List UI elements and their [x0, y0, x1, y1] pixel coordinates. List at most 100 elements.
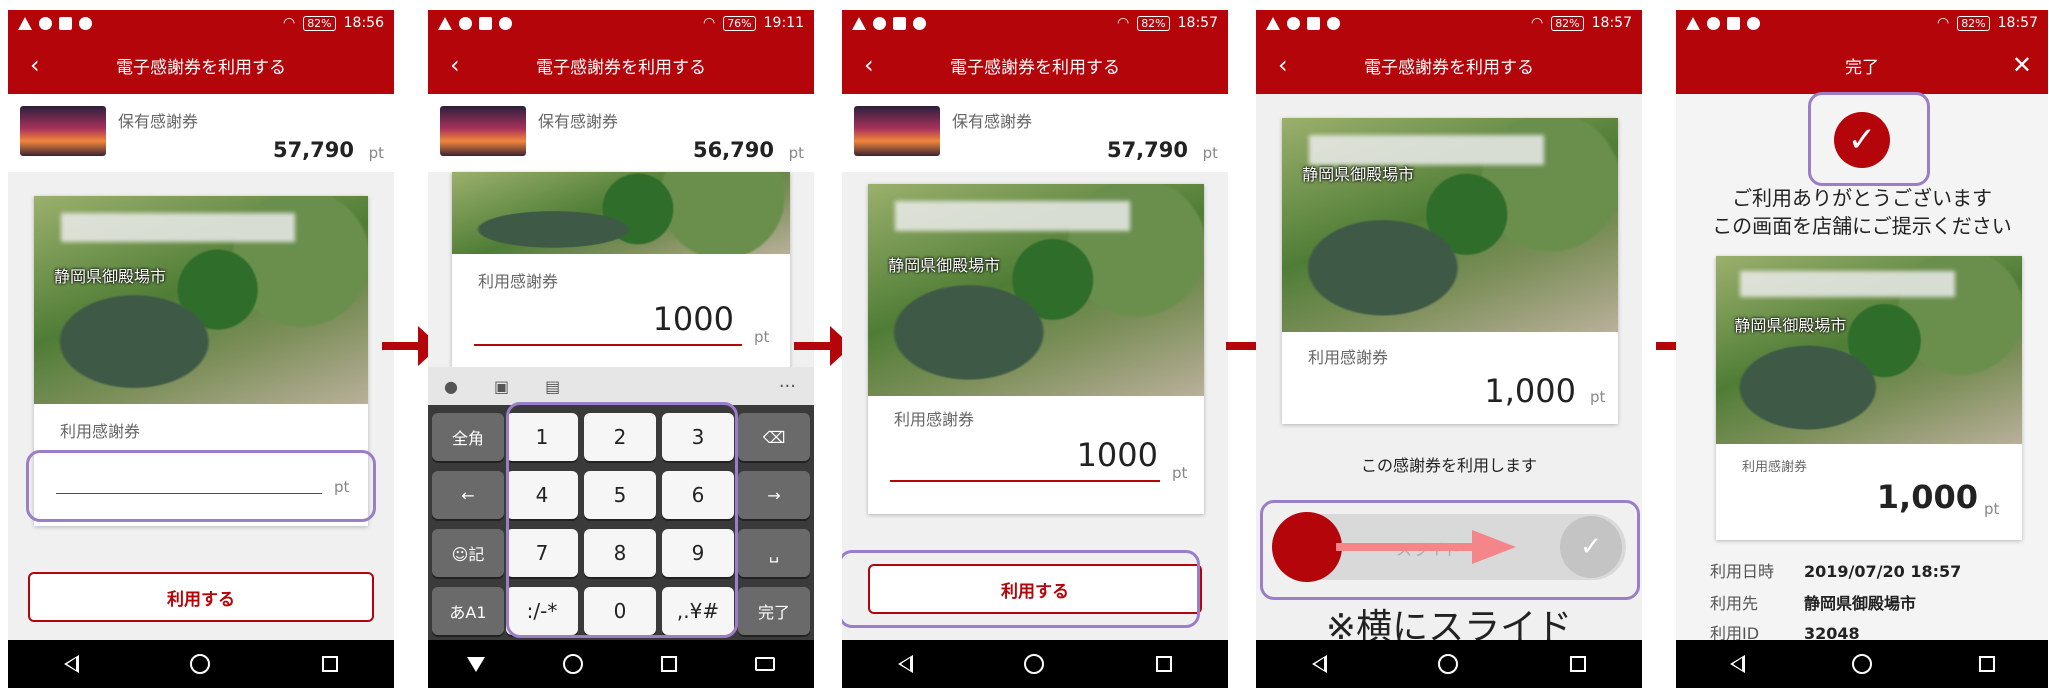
- image-icon: [893, 16, 906, 30]
- key-zenkaku[interactable]: 全角: [432, 413, 504, 461]
- key-mode[interactable]: あA1: [432, 587, 504, 635]
- recent-icon[interactable]: [1156, 656, 1173, 672]
- warning-icon: [18, 16, 32, 30]
- battery-level: 82%: [303, 15, 336, 31]
- clock: 18:57: [1177, 15, 1218, 31]
- nav-bar: [1676, 640, 2048, 688]
- back-icon[interactable]: [1729, 655, 1745, 673]
- app-title: 完了: [1845, 57, 1879, 78]
- screen-5: ◠ 82% 18:57 完了 ✕ ✓ ご利用ありがとうございます この画面を店舗にご…: [1676, 10, 2048, 688]
- keyboard-icon[interactable]: [755, 657, 775, 671]
- recent-icon[interactable]: [661, 656, 677, 672]
- home-icon[interactable]: [563, 654, 583, 674]
- image-icon: [479, 16, 492, 30]
- shield-icon: [873, 16, 886, 30]
- keyboard-toolbar: ● ▣ ▤ ···: [428, 367, 814, 405]
- recent-icon[interactable]: [1570, 656, 1587, 672]
- screen-3: ◠ 82% 18:57 ‹ 電子感謝券を利用する 保有感謝券 57,790 pt 静…: [842, 10, 1228, 688]
- wifi-icon: ◠: [282, 15, 296, 31]
- voucher-card: 静岡県御殿場市 利用感謝券 1,000 pt: [1716, 256, 2022, 540]
- app-bar: ‹ 電子感謝券を利用する: [8, 36, 394, 94]
- nav-bar: [8, 640, 394, 688]
- thanks-line-1: ご利用ありがとうございます: [1732, 186, 1992, 210]
- back-icon[interactable]: [897, 655, 913, 673]
- close-icon[interactable]: ✕: [2012, 53, 2032, 77]
- shield-icon: [1707, 16, 1720, 30]
- back-icon[interactable]: ‹: [30, 53, 40, 77]
- key-right[interactable]: →: [738, 471, 810, 519]
- voucher-photo: 静岡県御殿場市: [1716, 256, 2022, 444]
- mic-icon[interactable]: ●: [444, 377, 458, 396]
- shield-icon: [1287, 16, 1300, 30]
- keyboard-mode-icon[interactable]: ▤: [545, 377, 560, 396]
- home-icon[interactable]: [1851, 654, 1872, 674]
- hide-keyboard-icon[interactable]: [467, 656, 485, 672]
- balance-panel: 保有感謝券 57,790 pt: [842, 94, 1228, 172]
- city-label: 静岡県御殿場市: [1734, 316, 1847, 336]
- wifi-icon: ◠: [1116, 15, 1130, 31]
- balance-unit: pt: [1202, 144, 1218, 162]
- home-icon[interactable]: [1438, 654, 1459, 674]
- key-done[interactable]: 完了: [738, 587, 810, 635]
- clock: 19:11: [763, 15, 804, 31]
- balance-label: 保有感謝券: [538, 112, 619, 131]
- shield-icon: [459, 16, 472, 30]
- status-bar: ◠ 82% 18:56: [8, 10, 394, 36]
- home-icon[interactable]: [190, 654, 211, 674]
- amount-unit: pt: [1984, 500, 2000, 518]
- status-bar: ◠ 82% 18:57: [1676, 10, 2048, 36]
- clipboard-icon[interactable]: ▣: [494, 377, 509, 396]
- voucher-photo: 静岡県御殿場市: [1282, 118, 1618, 332]
- image-icon: [1727, 16, 1740, 30]
- voucher-photo: 静岡県御殿場市: [34, 196, 368, 404]
- key-symbols[interactable]: ☺記: [432, 529, 504, 577]
- recent-icon[interactable]: [322, 656, 339, 672]
- amount-input[interactable]: 1000: [1077, 436, 1158, 474]
- home-icon[interactable]: [1024, 654, 1045, 674]
- back-icon[interactable]: ‹: [864, 53, 874, 77]
- back-icon[interactable]: [1311, 655, 1327, 673]
- input-highlight: [26, 450, 376, 522]
- recent-icon[interactable]: [1978, 656, 1995, 672]
- app-title: 電子感謝券を利用する: [536, 57, 706, 78]
- voucher-photo: [452, 172, 790, 254]
- key-left[interactable]: ←: [432, 471, 504, 519]
- app-title: 電子感謝券を利用する: [950, 57, 1120, 78]
- voucher-thumbnail: [20, 106, 106, 156]
- app-bar: 完了 ✕: [1676, 36, 2048, 94]
- amount-input[interactable]: 1000: [653, 300, 734, 338]
- screen-1: ◠ 82% 18:56 ‹ 電子感謝券を利用する 保有感謝券 57,790 pt 静…: [8, 10, 394, 688]
- use-label: 利用感謝券: [1308, 348, 1389, 367]
- use-label: 利用感謝券: [1742, 460, 1808, 475]
- check-highlight: [1808, 92, 1930, 186]
- balance-label: 保有感謝券: [118, 112, 199, 131]
- button-highlight: [842, 550, 1200, 628]
- screen-2: ◠ 76% 19:11 ‹ 電子感謝券を利用する 保有感謝券 56,790 pt 利…: [428, 10, 814, 688]
- image-icon: [1307, 16, 1320, 30]
- keypad-highlight: [506, 402, 738, 638]
- nav-bar: [428, 640, 814, 688]
- amount-unit: pt: [754, 328, 770, 346]
- key-backspace[interactable]: ⌫: [738, 413, 810, 461]
- city-label: 静岡県御殿場市: [888, 255, 1001, 275]
- back-icon[interactable]: ‹: [450, 53, 460, 77]
- balance-panel: 保有感謝券 56,790 pt: [428, 94, 814, 172]
- battery-level: 82%: [1551, 15, 1584, 31]
- voucher-thumbnail: [440, 106, 526, 156]
- voucher-card: 静岡県御殿場市 利用感謝券 1,000 pt: [1282, 118, 1618, 424]
- more-icon[interactable]: ···: [779, 376, 796, 397]
- app-title: 電子感謝券を利用する: [1364, 57, 1534, 78]
- slider-highlight: [1260, 500, 1640, 600]
- thanks-line-2: この画面を店舗にご提示ください: [1712, 214, 2012, 238]
- back-icon[interactable]: [63, 655, 79, 673]
- app-bar: ‹ 電子感謝券を利用する: [1256, 36, 1642, 94]
- use-button[interactable]: 利用する: [28, 572, 374, 622]
- city-label: 静岡県御殿場市: [1302, 164, 1415, 184]
- media-icon: [1327, 16, 1340, 30]
- balance-value: 57,790: [1106, 138, 1188, 162]
- info-row-shop: 利用先 静岡県御殿場市: [1710, 594, 1917, 613]
- back-icon[interactable]: ‹: [1278, 53, 1288, 77]
- city-label: 静岡県御殿場市: [54, 266, 167, 286]
- clock: 18:56: [343, 15, 384, 31]
- key-space[interactable]: ␣: [738, 529, 810, 577]
